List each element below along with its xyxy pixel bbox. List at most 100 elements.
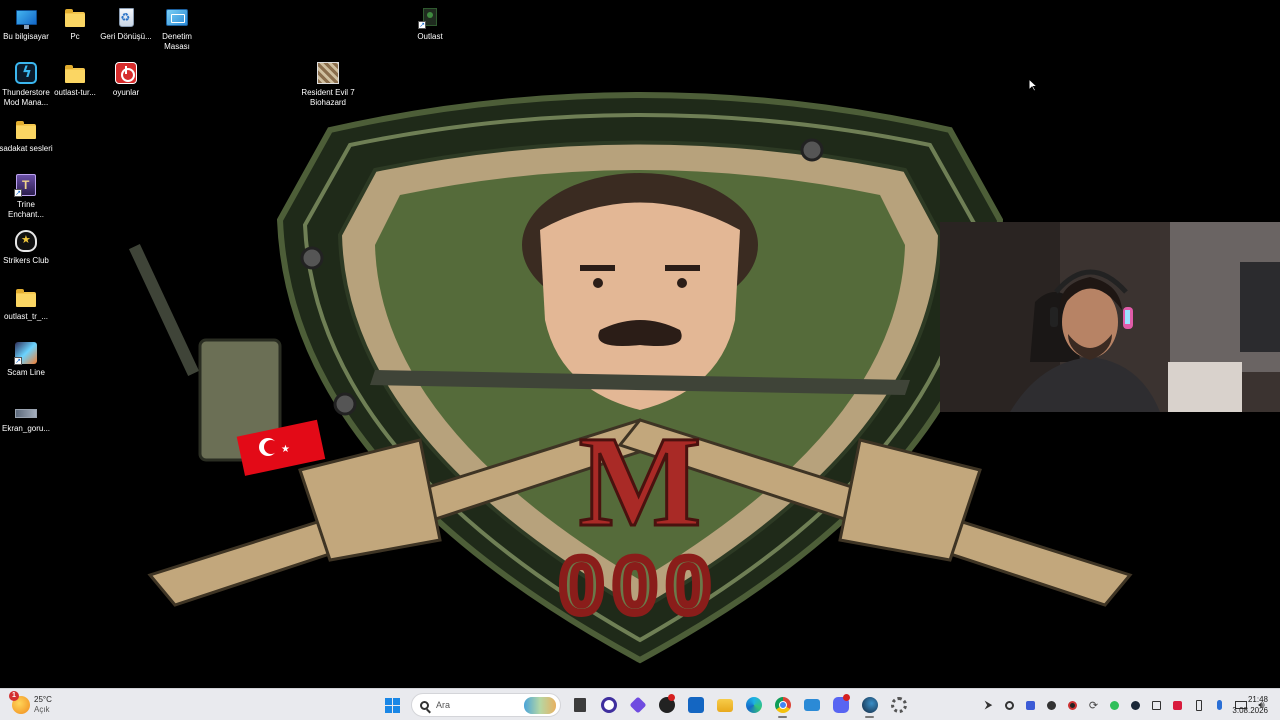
desktop-icon-label: Resident Evil 7 Biohazard [301, 88, 355, 107]
taskbar-search[interactable]: Ara [411, 693, 561, 717]
tray-shield-icon[interactable] [1020, 692, 1041, 718]
taskbar-app-github[interactable] [652, 692, 681, 718]
power-shortcut-icon [114, 61, 138, 85]
system-tray: ⮞ ⟳ 🔊︎ [978, 692, 1272, 718]
desktop-icon-label: Ekran_goru... [1, 424, 51, 433]
outlast-game-icon: ↗ [418, 5, 442, 29]
steam-icon [861, 697, 878, 713]
desktop-icon-scam-line[interactable]: ↗ Scam Line [0, 341, 52, 378]
desktop-icon-trine[interactable]: ↗ Trine Enchant... [0, 173, 52, 220]
chrome-browser-icon [774, 697, 791, 713]
trine-game-icon: ↗ [14, 173, 38, 197]
desktop-icon-resident-evil[interactable]: Resident Evil 7 Biohazard [301, 61, 355, 108]
desktop-icon-label: Pc [70, 32, 80, 41]
taskbar-app-file-manager[interactable] [565, 692, 594, 718]
folder-icon [14, 117, 38, 141]
resident-evil-icon [316, 61, 340, 85]
search-placeholder: Ara [436, 700, 451, 710]
desktop-icon-outlast[interactable]: ↗ Outlast [404, 5, 456, 42]
tray-steam-icon[interactable] [1125, 692, 1146, 718]
taskbar-app-ring[interactable] [594, 692, 623, 718]
desktop-icon-label: Bu bilgisayar [3, 32, 49, 41]
desktop-icon-this-pc[interactable]: Bu bilgisayar [0, 5, 52, 42]
weather-temperature: 25°C [34, 695, 52, 704]
weather-condition: Açık [34, 705, 50, 714]
taskbar-clock[interactable]: 21:48 3.08.2026 [1232, 694, 1268, 716]
mouse-cursor-icon [1028, 78, 1038, 92]
webcam-overlay [940, 222, 1280, 412]
desktop-icon-recycle-bin[interactable]: Geri Dönüşü... [100, 5, 152, 42]
taskbar-app-camera[interactable] [797, 692, 826, 718]
tray-mic-icon[interactable] [1209, 692, 1230, 718]
search-highlight-icon [524, 697, 556, 714]
desktop-icon-sadakat-sesleri[interactable]: sadakat sesleri [0, 117, 53, 154]
tray-battery-icon[interactable] [1188, 692, 1209, 718]
taskbar-app-store[interactable] [681, 692, 710, 718]
taskbar-app-steam[interactable] [855, 692, 884, 718]
taskbar-app-diamond[interactable] [623, 692, 652, 718]
desktop-icon-label: sadakat sesleri [0, 144, 53, 153]
desktop-icon-label: outlast_tr_... [3, 312, 49, 321]
desktop-icon-control-panel[interactable]: Denetim Masası [151, 5, 203, 52]
tray-record-icon[interactable] [1041, 692, 1062, 718]
weather-widget[interactable]: 1 25°C Açık [9, 691, 52, 717]
desktop-icon-label: oyunlar [112, 88, 140, 97]
desktop-icon-thunderstore[interactable]: Thunderstore Mod Mana... [0, 61, 52, 108]
desktop-icon-label: Outlast [417, 32, 443, 41]
taskbar-app-settings[interactable] [884, 692, 913, 718]
tray-refresh-icon[interactable]: ⟳ [1083, 692, 1104, 718]
weather-sun-icon: 1 [9, 691, 30, 714]
scam-line-game-icon: ↗ [14, 341, 38, 365]
desktop-icon-label: outlast-tur... [54, 88, 96, 97]
folder-icon [63, 61, 87, 85]
recycle-bin-icon [114, 5, 138, 29]
desktop-icon-label: Scam Line [7, 368, 45, 377]
tray-green-dot-icon[interactable] [1104, 692, 1125, 718]
desktop-icon-pc-folder[interactable]: Pc [49, 5, 101, 42]
taskbar-apps: Ara [378, 692, 913, 718]
desktop-icon-strikers-club[interactable]: Strikers Club [0, 229, 52, 266]
folder-icon [14, 285, 38, 309]
taskbar-app-file-explorer[interactable] [710, 692, 739, 718]
windows-logo-icon [385, 697, 400, 713]
folder-icon [63, 5, 87, 29]
desktop-icon-ekran-goruntusu[interactable]: Ekran_goru... [0, 397, 52, 434]
desktop-icon-label: Trine Enchant... [7, 200, 45, 219]
camera-app-icon [803, 699, 820, 711]
shortcut-arrow-icon: ↗ [14, 357, 22, 365]
tray-red-app-icon[interactable] [1167, 692, 1188, 718]
shortcut-arrow-icon: ↗ [418, 21, 426, 29]
control-panel-icon [165, 5, 189, 29]
tray-arrow-icon[interactable]: ⮞ [978, 692, 999, 718]
clock-date: 3.08.2026 [1232, 706, 1268, 715]
blue-diamond-app-icon [629, 696, 646, 714]
edge-browser-icon [745, 697, 762, 713]
notification-dot [668, 694, 675, 701]
tray-square-icon[interactable] [1146, 692, 1167, 718]
svg-text:M: M [579, 410, 702, 554]
search-icon [420, 700, 429, 710]
desktop-icon-outlast-tur-folder[interactable]: outlast-tur... [49, 61, 101, 98]
desktop-icon-oyunlar[interactable]: oyunlar [100, 61, 152, 98]
strikers-club-icon [14, 229, 38, 253]
file-manager-icon [573, 698, 586, 712]
cortana-ring-icon [600, 697, 617, 713]
taskbar-app-chrome[interactable] [768, 692, 797, 718]
thunderstore-icon [14, 61, 38, 85]
store-app-icon [687, 697, 704, 713]
taskbar: 1 25°C Açık Ara ⮞ ⟳ 🔊︎ 21:48 3.08.2026 [0, 688, 1280, 720]
desktop-icon-outlast-tr-folder[interactable]: outlast_tr_... [0, 285, 52, 322]
svg-text:★: ★ [281, 444, 290, 455]
start-button[interactable] [378, 692, 407, 718]
notification-dot [843, 694, 850, 701]
taskbar-app-discord[interactable] [826, 692, 855, 718]
tray-browser-ring-icon[interactable] [999, 692, 1020, 718]
taskbar-app-edge[interactable] [739, 692, 768, 718]
shortcut-arrow-icon: ↗ [14, 189, 22, 197]
settings-gear-icon [890, 697, 907, 713]
desktop-icon-label: Strikers Club [3, 256, 49, 265]
tray-red-record-icon[interactable] [1062, 692, 1083, 718]
this-pc-icon [14, 5, 38, 29]
file-explorer-icon [716, 698, 733, 712]
desktop-icon-label: Denetim Masası [162, 32, 192, 51]
